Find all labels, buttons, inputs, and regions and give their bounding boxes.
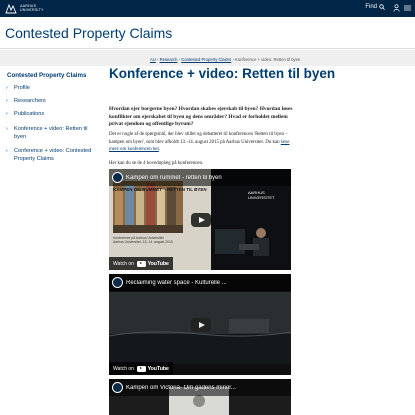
chevron-right-icon: › — [6, 148, 8, 154]
thumbnail-heading: KAMPEN OM RUMMET – RETTEN TIL BYEN — [113, 187, 207, 192]
chevron-right-icon: › — [6, 85, 8, 91]
video-embed-1[interactable]: Kampen om rummet - retten til byen KAMPE… — [109, 169, 291, 270]
site-title[interactable]: Contested Property Claims — [5, 25, 172, 41]
sidebar-navigation: Contested Property Claims › Profile › Re… — [0, 66, 104, 415]
video-title[interactable]: Kampen om Victoria- Om gadens minor... — [126, 385, 236, 391]
menu-icon[interactable] — [403, 3, 411, 13]
sidebar-item-label: Researchers — [14, 98, 46, 104]
play-button[interactable] — [191, 213, 211, 227]
top-navigation-bar: AARHUS UNIVERSITY Find — [0, 0, 415, 17]
logo-wordmark: AARHUS UNIVERSITY — [20, 4, 44, 12]
find-button[interactable]: Find — [365, 4, 385, 10]
watch-on-youtube-button[interactable]: Watch on YouTube — [109, 362, 173, 375]
chevron-right-icon: › — [6, 126, 8, 132]
chevron-right-icon: › — [6, 111, 8, 117]
thumbnail-subtitle-2: Aarhus Universitet, 13.-14. august 2015 — [113, 240, 173, 244]
sidebar-item-conference-contested-property-claims[interactable]: › Conference + video: Contested Property… — [6, 147, 98, 163]
breadcrumb-link-contested-property-claims[interactable]: Contested Property Claims — [181, 57, 231, 62]
find-label: Find — [365, 4, 377, 10]
au-logo[interactable]: AARHUS UNIVERSITY — [5, 2, 44, 14]
youtube-icon — [136, 365, 146, 372]
breadcrumb: AU › Research › Contested Property Claim… — [150, 57, 301, 62]
sidebar-item-label: Publications — [14, 111, 45, 117]
article-paragraph-2: Her kan du se de 4 hovedoplæg på konfere… — [109, 161, 204, 166]
video-embed-3[interactable]: Kampen om Victoria- Om gadens minor... — [109, 379, 291, 415]
sidebar-heading[interactable]: Contested Property Claims — [7, 72, 86, 79]
sidebar-item-label: Conference + video: Contested Property C… — [14, 148, 92, 162]
chevron-right-icon: › — [6, 98, 8, 104]
thumbnail-brand: AARHUS UNIVERSITET — [248, 190, 275, 200]
breadcrumb-link-research[interactable]: Research — [160, 57, 178, 62]
watch-on-youtube-button[interactable]: Watch on YouTube — [109, 257, 173, 270]
video-header: Kampen om Victoria- Om gadens minor... — [109, 379, 291, 396]
site-header: Contested Property Claims — [0, 17, 415, 49]
channel-avatar[interactable] — [112, 277, 123, 288]
video-title[interactable]: Reclaiming water space - Kulturelle ... — [126, 280, 227, 286]
video-header: Kampen om rummet - retten til byen — [109, 169, 291, 186]
sidebar-item-profile[interactable]: › Profile — [6, 84, 98, 92]
play-button[interactable] — [191, 318, 211, 332]
user-icon[interactable] — [392, 3, 400, 13]
channel-avatar[interactable] — [112, 172, 123, 183]
sidebar-item-researchers[interactable]: › Researchers — [6, 97, 98, 105]
article-paragraph: Det er nogle af de spørgsmål, der blev s… — [109, 132, 290, 153]
article-lead: Hvordan ejer borgerne byen? Hvordan skab… — [109, 106, 293, 128]
sidebar-item-label: Profile — [14, 85, 30, 91]
page-title: Konference + video: Retten til byen — [109, 66, 336, 81]
breadcrumb-current: Konference + video: Retten til byen — [235, 57, 301, 62]
sidebar-item-publications[interactable]: › Publications — [6, 110, 98, 118]
sidebar-item-konference-retten-til-byen[interactable]: › Konference + video: Retten til byen — [6, 125, 98, 141]
breadcrumb-link-au[interactable]: AU — [150, 57, 156, 62]
video-title[interactable]: Kampen om rummet - retten til byen — [126, 175, 222, 181]
video-header: Reclaiming water space - Kulturelle ... — [109, 274, 291, 291]
channel-avatar[interactable] — [112, 382, 123, 393]
youtube-icon — [136, 260, 146, 267]
search-icon — [379, 4, 385, 10]
video-embed-2[interactable]: Reclaiming water space - Kulturelle ... … — [109, 274, 291, 375]
au-seal-icon — [5, 2, 17, 14]
sidebar-item-label: Konference + video: Retten til byen — [14, 126, 88, 140]
